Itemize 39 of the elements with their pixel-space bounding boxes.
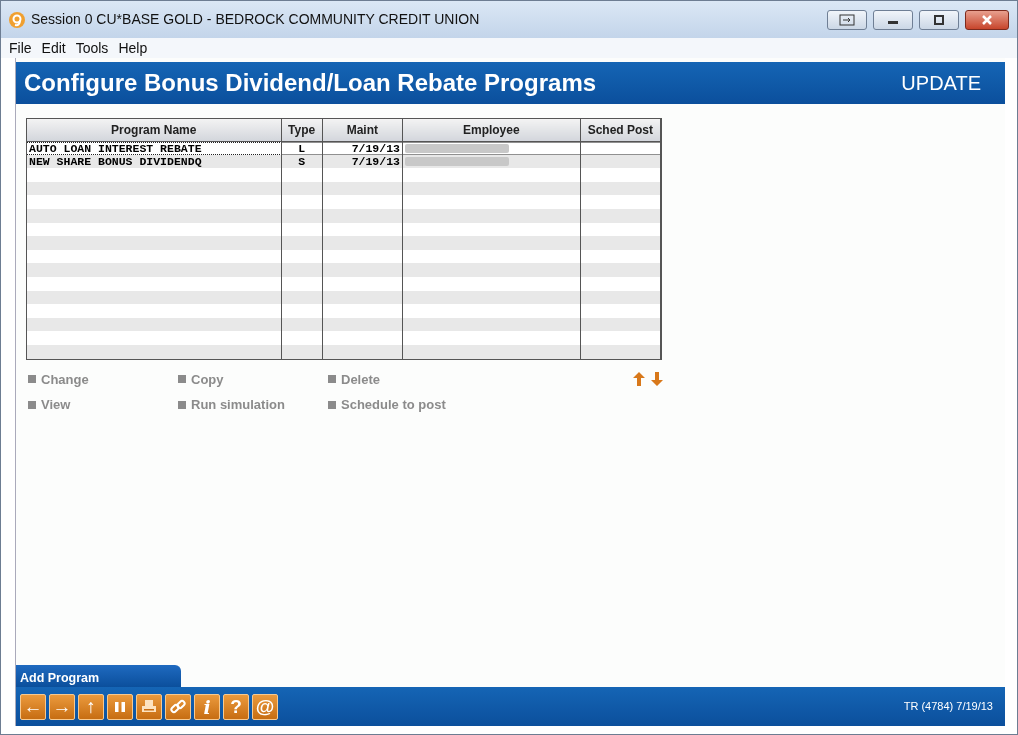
maximize-icon [933, 14, 945, 25]
menu-item[interactable]: Edit [41, 37, 66, 59]
arrow-down-icon[interactable] [650, 371, 664, 388]
column-header[interactable]: Maint [322, 119, 403, 141]
date-text: 7/19/13 [351, 154, 400, 168]
printer-icon [141, 699, 157, 714]
app-logo-icon [9, 11, 25, 28]
toolbar-button[interactable] [136, 693, 162, 720]
maximize-button[interactable] [919, 9, 959, 30]
column-header[interactable]: Type [281, 119, 323, 141]
link-icon [170, 698, 186, 715]
window-title: Session 0 CU*BASE GOLD - BEDROCK COMMUNITY CREDIT UNION [31, 10, 480, 29]
column-header[interactable]: Sched Post [580, 119, 661, 141]
table-row[interactable]: AUTO LOAN INTEREST REBATE L 7/19/13 [27, 141, 661, 155]
menu-item[interactable]: File [9, 37, 32, 59]
arrow-up-icon[interactable] [632, 371, 646, 388]
close-button[interactable] [965, 9, 1009, 30]
date-text: 7/19/13 [351, 141, 400, 155]
column-header[interactable]: Program Name [27, 119, 281, 141]
add-program-tab[interactable]: Add Program [16, 665, 181, 687]
program-name-text: NEW SHARE BONUS DIVIDENDQ [29, 154, 202, 168]
page-title: Configure Bonus Dividend/Loan Rebate Programs [24, 68, 597, 98]
close-icon [981, 14, 993, 25]
program-name-text: AUTO LOAN INTEREST REBATE [29, 141, 202, 155]
status-text: TR (4784) 7/19/13 [903, 699, 994, 715]
toolbar-button[interactable] [165, 693, 191, 720]
menu-item[interactable]: Tools [75, 37, 109, 59]
type-text: L [298, 141, 306, 155]
minimize-icon [888, 21, 898, 24]
minimize-button[interactable] [873, 9, 913, 30]
pause-icon [114, 700, 126, 713]
window-icon [839, 13, 855, 26]
column-header[interactable]: Employee [402, 119, 581, 141]
menu-item[interactable]: Help [118, 37, 148, 59]
restore-button[interactable] [827, 9, 867, 30]
mode-label: UPDATE [901, 71, 981, 96]
toolbar-button[interactable] [107, 693, 133, 720]
type-text: S [298, 154, 306, 168]
table-row[interactable]: NEW SHARE BONUS DIVIDENDQ S 7/19/13 [27, 154, 661, 169]
